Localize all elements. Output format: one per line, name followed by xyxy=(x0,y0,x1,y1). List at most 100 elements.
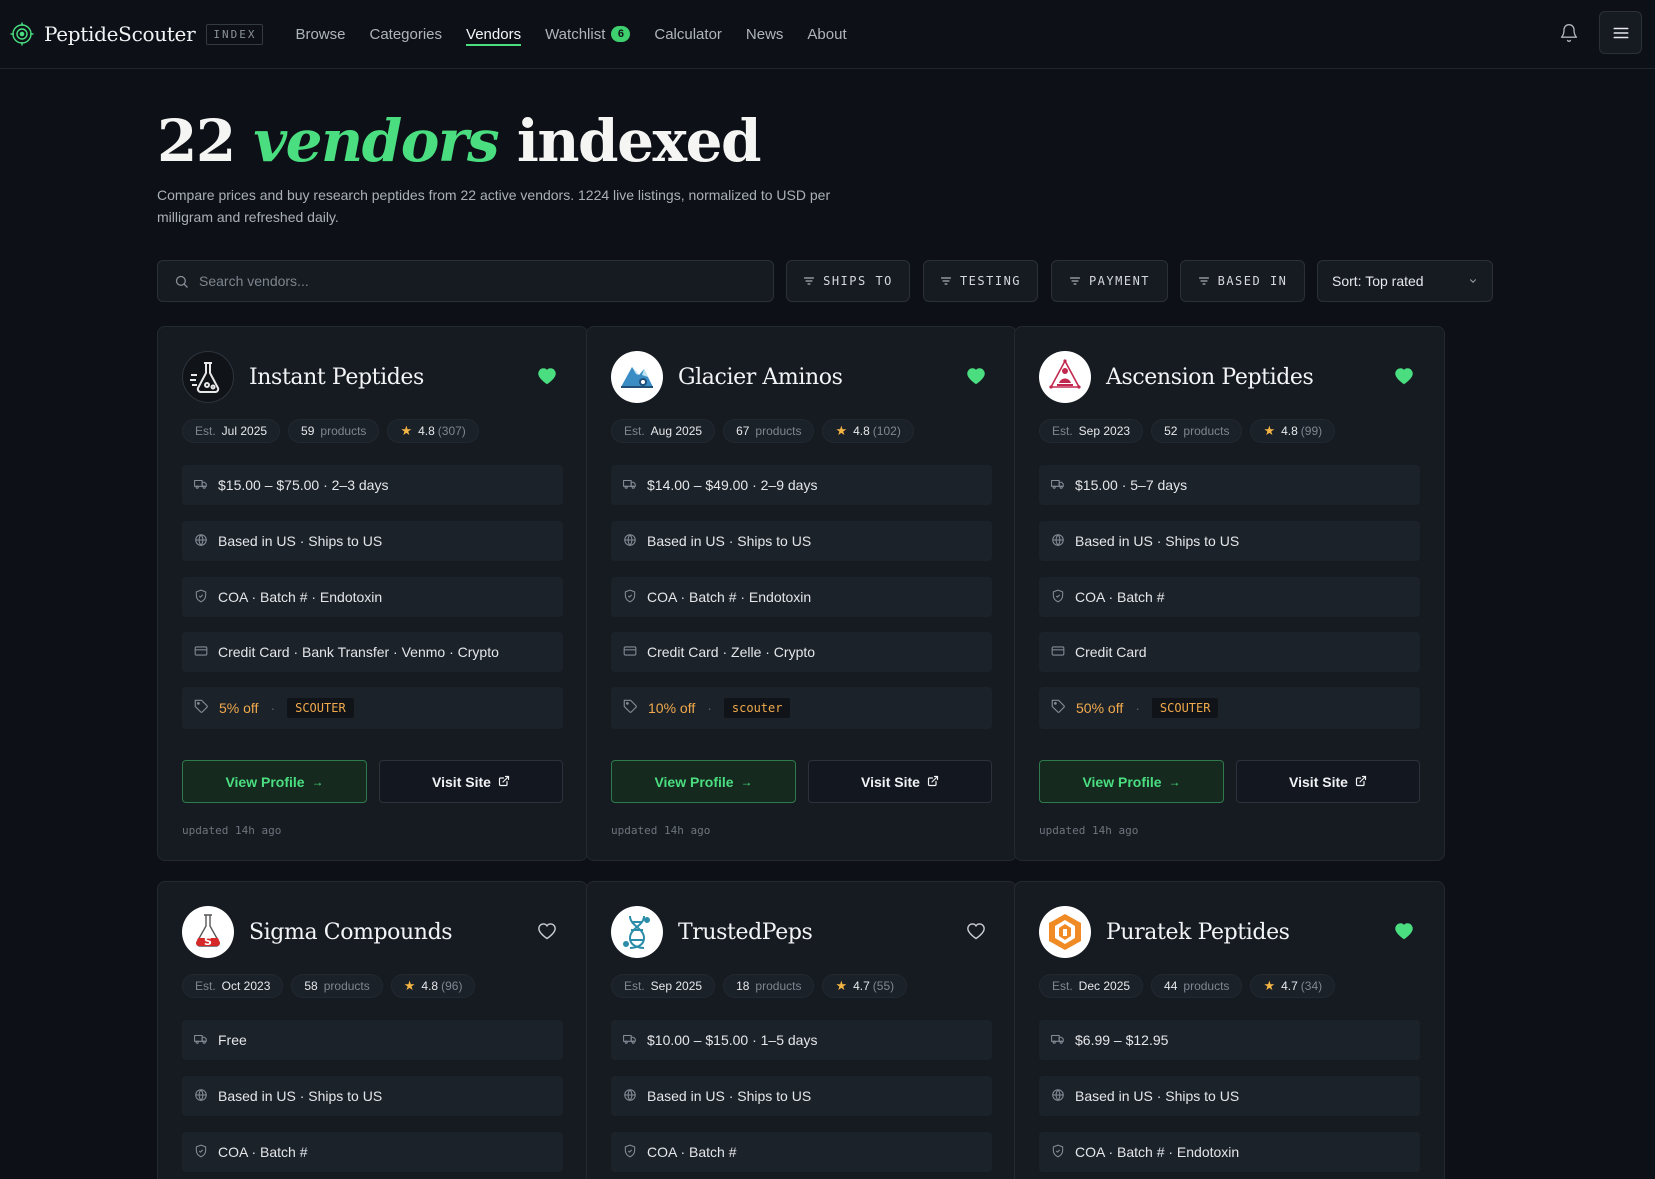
heart-icon[interactable] xyxy=(966,921,988,943)
heart-filled-icon[interactable] xyxy=(1394,921,1416,943)
shipping-row: $10.00 – $15.00 · 1–5 days xyxy=(611,1020,992,1060)
updated-timestamp: updated 14h ago xyxy=(1039,824,1139,837)
coupon-code[interactable]: SCOUTER xyxy=(1151,698,1219,718)
vendor-card[interactable]: Instant Peptides Est. Jul 2025 59 products ★ 4… xyxy=(157,326,588,861)
shipping-text: $15.00 – $75.00 · 2–3 days xyxy=(218,477,389,493)
heart-icon[interactable] xyxy=(537,921,559,943)
discount-text: 5% off xyxy=(219,700,259,716)
testing-row: COA · Batch # xyxy=(182,1132,563,1172)
location-row: Based in US · Ships to US xyxy=(182,1076,563,1116)
discount-row: 5% off · SCOUTER xyxy=(182,687,563,729)
shield-check-icon xyxy=(623,589,647,606)
products-label: products xyxy=(755,979,802,993)
ships-to-filter-button[interactable]: SHIPS TO xyxy=(786,260,910,302)
nav-browse[interactable]: Browse xyxy=(295,0,345,69)
star-icon: ★ xyxy=(400,423,413,438)
location-row: Based in US · Ships to US xyxy=(1039,1076,1420,1116)
testing-filter-button[interactable]: TESTING xyxy=(923,260,1038,302)
review-count: (34) xyxy=(1300,979,1323,993)
visit-site-button[interactable]: Visit Site xyxy=(808,760,992,803)
vendor-name[interactable]: TrustedPeps xyxy=(678,920,813,945)
bell-icon[interactable] xyxy=(1557,21,1581,45)
vendor-card[interactable]: S Sigma Compounds Est. Oct 2023 58 products ★ 4… xyxy=(157,881,588,1179)
payment-text: Credit Card xyxy=(1075,644,1147,660)
view-profile-button[interactable]: View Profile → xyxy=(182,760,367,803)
updated-timestamp: updated 14h ago xyxy=(611,824,711,837)
vendor-meta: Est. Sep 2023 52 products ★ 4.8 (99) xyxy=(1039,419,1343,443)
search-input[interactable] xyxy=(199,273,759,289)
vendor-meta: Est. Dec 2025 44 products ★ 4.7 (34) xyxy=(1039,974,1343,998)
visit-site-button[interactable]: Visit Site xyxy=(1236,760,1420,803)
vendor-card-header: Puratek Peptides xyxy=(1039,906,1420,958)
nav-watchlist-label: Watchlist xyxy=(545,25,606,43)
shipping-text: $15.00 · 5–7 days xyxy=(1075,477,1188,493)
star-icon: ★ xyxy=(1263,423,1276,438)
payment-filter-label: PAYMENT xyxy=(1088,274,1151,288)
review-count: (55) xyxy=(872,979,895,993)
brand-tag: INDEX xyxy=(206,23,264,45)
coupon-code[interactable]: SCOUTER xyxy=(287,698,354,718)
product-count: 44 xyxy=(1164,979,1178,993)
shipping-text: $14.00 – $49.00 · 2–9 days xyxy=(647,477,818,493)
established-date: Dec 2025 xyxy=(1078,979,1131,993)
product-count: 18 xyxy=(736,979,750,993)
nav-calculator[interactable]: Calculator xyxy=(654,0,722,69)
product-count: 67 xyxy=(736,424,750,438)
title-highlight: vendors xyxy=(253,107,499,175)
established-label: Est. xyxy=(195,979,216,993)
location-text: Based in US · Ships to US xyxy=(647,533,812,549)
rating-value: 4.8 xyxy=(1281,424,1298,438)
arrow-right-icon: → xyxy=(740,774,753,789)
testing-text: COA · Batch # xyxy=(218,1144,308,1160)
view-profile-button[interactable]: View Profile → xyxy=(611,760,796,803)
products-label: products xyxy=(1183,979,1230,993)
vendor-name[interactable]: Ascension Peptides xyxy=(1106,365,1314,390)
view-profile-button[interactable]: View Profile → xyxy=(1039,760,1224,803)
vendor-card[interactable]: Puratek Peptides Est. Dec 2025 44 products ★ 4… xyxy=(1014,881,1445,1179)
vendor-name[interactable]: Instant Peptides xyxy=(249,365,424,390)
nav-vendors[interactable]: Vendors xyxy=(466,0,522,69)
testing-filter-label: TESTING xyxy=(959,274,1022,288)
nav-news[interactable]: News xyxy=(746,0,784,69)
nav-categories[interactable]: Categories xyxy=(369,0,442,69)
product-count: 52 xyxy=(1164,424,1178,438)
vendor-name[interactable]: Puratek Peptides xyxy=(1106,920,1290,945)
payment-text: Credit Card · Zelle · Crypto xyxy=(647,644,816,660)
testing-text: COA · Batch # · Endotoxin xyxy=(218,589,383,605)
rating-chip: ★ 4.8 (99) xyxy=(1250,419,1336,443)
shipping-row: $6.99 – $12.95 xyxy=(1039,1020,1420,1060)
established-chip: Est. Aug 2025 xyxy=(611,419,716,443)
location-text: Based in US · Ships to US xyxy=(647,1088,812,1104)
heart-filled-icon[interactable] xyxy=(537,366,559,388)
visit-site-button[interactable]: Visit Site xyxy=(379,760,563,803)
established-chip: Est. Sep 2025 xyxy=(611,974,716,998)
based-in-filter-button[interactable]: BASED IN xyxy=(1180,260,1305,302)
shield-check-icon xyxy=(1051,589,1075,606)
vendor-card[interactable]: Ascension Peptides Est. Sep 2023 52 products… xyxy=(1014,326,1445,861)
tag-icon xyxy=(194,699,219,717)
menu-button[interactable] xyxy=(1599,11,1642,54)
separator-dot: · xyxy=(270,700,276,716)
truck-icon xyxy=(1051,477,1075,494)
coupon-code[interactable]: scouter xyxy=(723,698,791,718)
truck-icon xyxy=(623,1032,647,1049)
vendor-name[interactable]: Sigma Compounds xyxy=(249,920,453,945)
testing-row: COA · Batch # xyxy=(1039,577,1420,617)
vendor-logo: S xyxy=(182,906,234,958)
vendor-meta: Est. Aug 2025 67 products ★ 4.8 (102) xyxy=(611,419,922,443)
product-count: 58 xyxy=(304,979,318,993)
brand[interactable]: PeptideScouter INDEX xyxy=(10,22,264,46)
nav-about[interactable]: About xyxy=(807,0,846,69)
product-count: 59 xyxy=(301,424,315,438)
nav-watchlist[interactable]: Watchlist 6 xyxy=(545,0,631,69)
vendor-name[interactable]: Glacier Aminos xyxy=(678,365,843,390)
heart-filled-icon[interactable] xyxy=(966,366,988,388)
heart-filled-icon[interactable] xyxy=(1394,366,1416,388)
vendor-card[interactable]: TrustedPeps Est. Sep 2025 18 products ★ 4.7 (55… xyxy=(586,881,1017,1179)
view-profile-label: View Profile xyxy=(654,773,734,790)
separator-dot: · xyxy=(707,700,712,716)
sort-select[interactable]: Sort: Top rated xyxy=(1317,260,1493,302)
payment-filter-button[interactable]: PAYMENT xyxy=(1051,260,1168,302)
discount-row: 10% off · scouter xyxy=(611,687,992,729)
vendor-card[interactable]: Glacier Aminos Est. Aug 2025 67 products ★ 4.8… xyxy=(586,326,1017,861)
